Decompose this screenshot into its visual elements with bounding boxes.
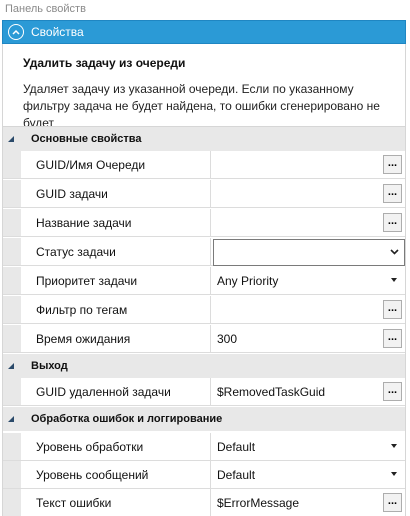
property-row-task-guid: GUID задачи ... — [3, 180, 405, 208]
removed-guid-value[interactable]: $RemovedTaskGuid — [212, 378, 405, 405]
section-output[interactable]: Выход — [3, 354, 405, 378]
action-description-box: Удалить задачу из очереди Удаляет задачу… — [2, 44, 406, 130]
ellipsis-button[interactable]: ... — [383, 493, 402, 512]
ellipsis-button[interactable]: ... — [383, 155, 402, 174]
dropdown-arrow-icon[interactable] — [391, 444, 397, 448]
property-row-message-level: Уровень сообщений Default — [3, 461, 405, 489]
tag-filter-value[interactable] — [212, 296, 405, 323]
property-grid: Основные свойства GUID/Имя Очереди ... G… — [2, 126, 406, 516]
dropdown-arrow-icon[interactable] — [391, 472, 397, 476]
queue-value[interactable] — [212, 151, 405, 178]
action-title: Удалить задачу из очереди — [23, 56, 186, 70]
property-label: GUID/Имя Очереди — [21, 151, 211, 178]
action-description: Удаляет задачу из указанной очереди. Есл… — [23, 82, 380, 130]
property-label: Фильтр по тегам — [21, 296, 211, 323]
message-level-select[interactable]: Default — [212, 461, 405, 488]
section-title: Выход — [31, 360, 68, 372]
ellipsis-button[interactable]: ... — [383, 300, 402, 319]
property-label: Уровень обработки — [21, 433, 211, 460]
timeout-value[interactable]: 300 — [212, 325, 405, 352]
property-label: Название задачи — [21, 209, 211, 236]
chevron-down-icon — [390, 249, 399, 255]
section-title: Основные свойства — [31, 133, 142, 145]
select-value: Any Priority — [217, 274, 279, 288]
ellipsis-button[interactable]: ... — [383, 184, 402, 203]
property-row-removed-guid: GUID удаленной задачи $RemovedTaskGuid .… — [3, 378, 405, 406]
ellipsis-button[interactable]: ... — [383, 329, 402, 348]
property-label: Уровень сообщений — [21, 461, 211, 488]
panel-title: Панель свойств — [5, 3, 86, 15]
property-label: GUID удаленной задачи — [21, 378, 211, 405]
dropdown-arrow-icon[interactable] — [391, 278, 397, 282]
task-name-value[interactable] — [212, 209, 405, 236]
error-text-value[interactable]: $ErrorMessage — [212, 489, 405, 516]
property-row-timeout: Время ожидания 300 ... — [3, 325, 405, 353]
select-value: Default — [217, 440, 256, 454]
task-status-select[interactable] — [213, 239, 405, 266]
property-label: Приоритет задачи — [21, 267, 211, 294]
property-label: Статус задачи — [21, 238, 211, 265]
property-row-task-status: Статус задачи — [3, 238, 405, 266]
properties-header[interactable]: Свойства — [2, 20, 406, 44]
task-priority-select[interactable]: Any Priority — [212, 267, 405, 294]
property-label: GUID задачи — [21, 180, 211, 207]
ellipsis-button[interactable]: ... — [383, 213, 402, 232]
property-row-queue: GUID/Имя Очереди ... — [3, 151, 405, 179]
collapse-triangle-icon[interactable] — [7, 135, 15, 143]
collapse-triangle-icon[interactable] — [7, 415, 15, 423]
property-row-tag-filter: Фильтр по тегам ... — [3, 296, 405, 324]
property-row-handling-level: Уровень обработки Default — [3, 433, 405, 461]
property-row-task-name: Название задачи ... — [3, 209, 405, 237]
property-row-task-priority: Приоритет задачи Any Priority — [3, 267, 405, 295]
section-basic[interactable]: Основные свойства — [3, 127, 405, 151]
collapse-chevron-icon[interactable] — [8, 24, 24, 40]
header-title: Свойства — [31, 25, 84, 39]
task-guid-value[interactable] — [212, 180, 405, 207]
property-label: Текст ошибки — [21, 489, 211, 516]
section-title: Обработка ошибок и логгирование — [31, 413, 223, 425]
collapse-triangle-icon[interactable] — [7, 362, 15, 370]
property-label: Время ожидания — [21, 325, 211, 352]
section-error-handling[interactable]: Обработка ошибок и логгирование — [3, 407, 405, 431]
property-row-error-text: Текст ошибки $ErrorMessage ... — [3, 489, 405, 516]
handling-level-select[interactable]: Default — [212, 433, 405, 460]
select-value: Default — [217, 468, 256, 482]
ellipsis-button[interactable]: ... — [383, 382, 402, 401]
